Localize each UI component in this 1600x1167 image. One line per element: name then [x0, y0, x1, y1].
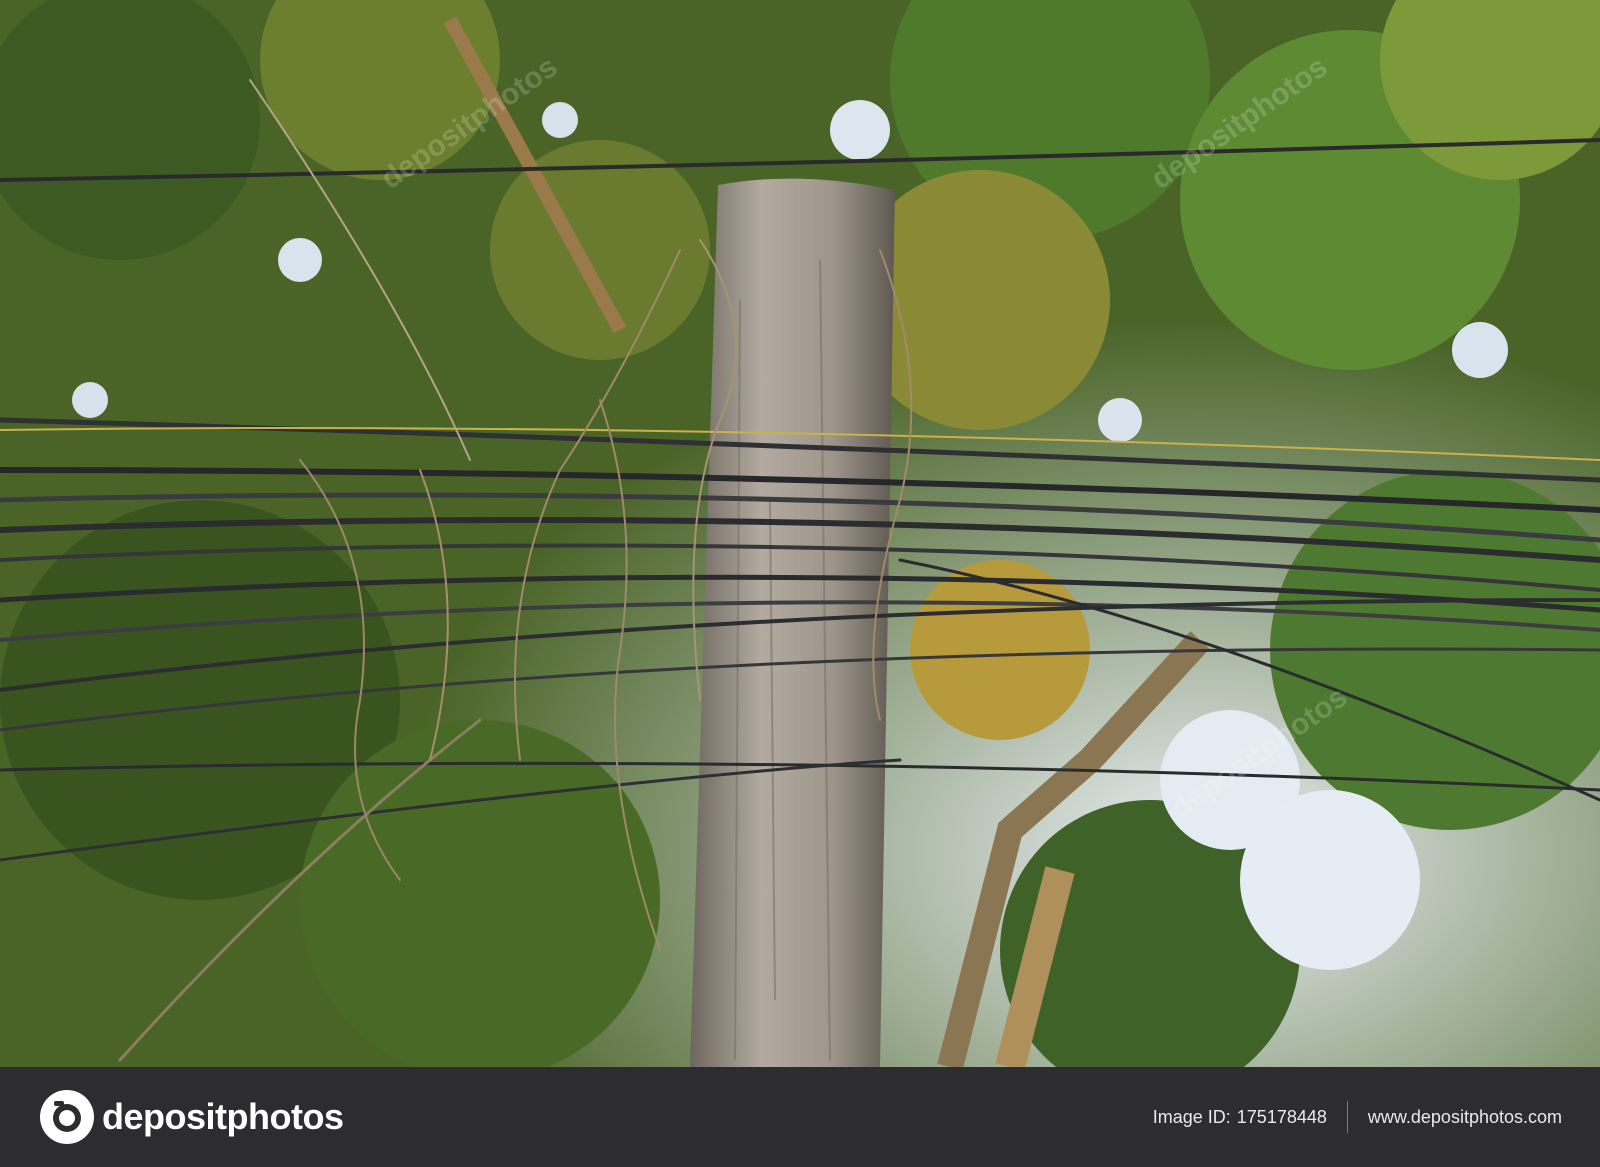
image-id-label: Image ID: — [1152, 1106, 1231, 1127]
stock-photo: depositphotos depositphotos depositphoto… — [0, 0, 1600, 1067]
depositphotos-logo[interactable]: depositphotos — [40, 1089, 344, 1145]
image-id-value: 175178448 — [1236, 1106, 1327, 1127]
camera-icon — [40, 1090, 94, 1144]
image-meta: Image ID: 175178448 www.depositphotos.co… — [1153, 1067, 1562, 1167]
divider — [1346, 1101, 1348, 1133]
photo-scene: depositphotos depositphotos depositphoto… — [0, 0, 1600, 1067]
footer-bar: depositphotos Image ID: 175178448 www.de… — [0, 1067, 1600, 1167]
logo-text: depositphotos — [102, 1096, 344, 1137]
site-url-link[interactable]: www.depositphotos.com — [1368, 1107, 1562, 1128]
